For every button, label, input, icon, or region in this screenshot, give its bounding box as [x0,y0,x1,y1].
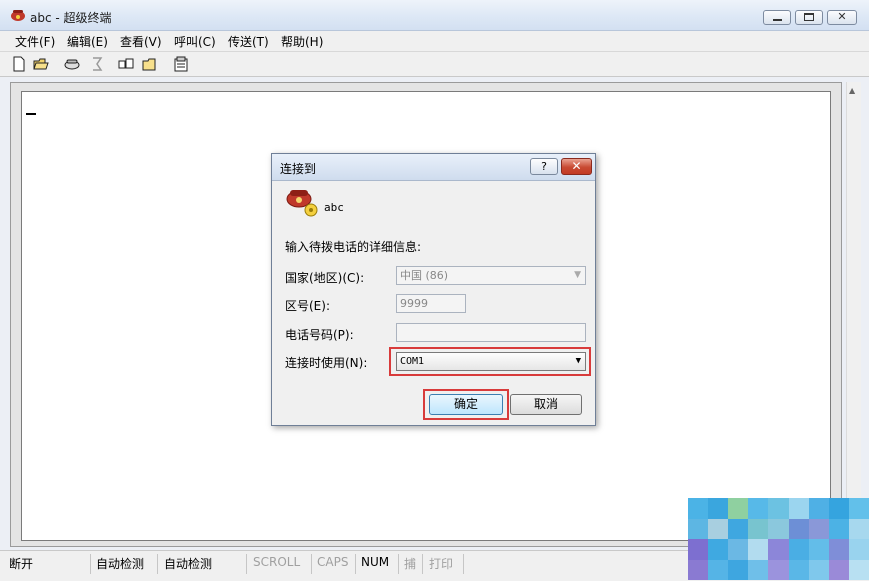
status-print: 打印 [429,557,454,571]
send-icon[interactable] [117,55,135,73]
window-title: abc - 超级终端 [30,11,112,25]
dialog-title-bar: 连接到 ? ✕ [272,154,595,181]
minimize-icon [773,19,782,21]
country-label: 国家(地区)(C): [285,271,365,285]
area-code-field[interactable]: 9999 [396,294,466,313]
menu-transfer[interactable]: 传送(T) [228,33,269,50]
close-icon: ✕ [837,10,847,23]
status-scroll: SCROLL [253,555,301,569]
connect-to-dialog: 连接到 ? ✕ abc 输入待拨电话的详细信息: 国家(地区)(C): 中国 (… [271,153,596,426]
dialog-close-button[interactable]: ✕ [561,158,592,175]
status-divider [311,554,312,574]
receive-icon[interactable] [140,55,158,73]
ok-button-highlight [423,389,509,420]
new-icon[interactable] [10,55,28,73]
toolbar [0,52,869,77]
status-divider [355,554,356,574]
status-num: NUM [361,555,390,569]
open-icon[interactable] [32,55,50,73]
country-value: 中国 (86) [400,269,449,282]
status-divider [157,554,158,574]
help-button[interactable]: ? [530,158,558,175]
scroll-up-icon[interactable]: ▲ [849,86,855,95]
dialog-title: 连接到 [280,162,317,176]
status-connection: 断开 [9,557,34,571]
menu-view[interactable]: 查看(V) [120,33,162,50]
menu-edit[interactable]: 编辑(E) [67,33,108,50]
dialog-prompt: 输入待拨电话的详细信息: [285,240,422,254]
menu-call[interactable]: 呼叫(C) [174,33,216,50]
status-divider [398,554,399,574]
vertical-scrollbar[interactable] [846,82,861,545]
status-divider [422,554,423,574]
maximize-button[interactable] [795,10,823,25]
phone-number-field[interactable] [396,323,586,342]
area-code-label: 区号(E): [285,299,330,313]
menu-bar: 文件(F) 编辑(E) 查看(V) 呼叫(C) 传送(T) 帮助(H) [0,31,869,52]
status-divider [90,554,91,574]
connect-using-highlight [389,347,591,376]
chevron-down-icon: ▼ [574,270,581,280]
close-button[interactable]: ✕ [827,10,857,25]
phone-connection-icon [286,190,318,217]
menu-help[interactable]: 帮助(H) [281,33,323,50]
phone-number-label: 电话号码(P): [285,328,354,342]
maximize-icon [804,13,814,21]
menu-file[interactable]: 文件(F) [15,33,55,50]
status-divider [463,554,464,574]
status-capture: 捕 [404,557,417,571]
status-caps: CAPS [317,555,349,569]
minimize-button[interactable] [763,10,791,25]
hyperterminal-icon [11,10,25,21]
country-select[interactable]: 中国 (86) ▼ [396,266,586,285]
cancel-button[interactable]: 取消 [510,394,582,415]
connection-name: abc [324,201,344,214]
status-divider [246,554,247,574]
properties-icon[interactable] [172,55,190,73]
text-cursor [26,113,36,115]
title-bar: abc - 超级终端 ✕ [0,0,869,31]
status-detect-2: 自动检测 [164,557,213,571]
call-icon[interactable] [63,55,81,73]
pixelated-watermark [688,498,869,580]
connect-using-label: 连接时使用(N): [285,356,368,370]
status-detect-1: 自动检测 [96,557,145,571]
disconnect-icon[interactable] [88,55,106,73]
